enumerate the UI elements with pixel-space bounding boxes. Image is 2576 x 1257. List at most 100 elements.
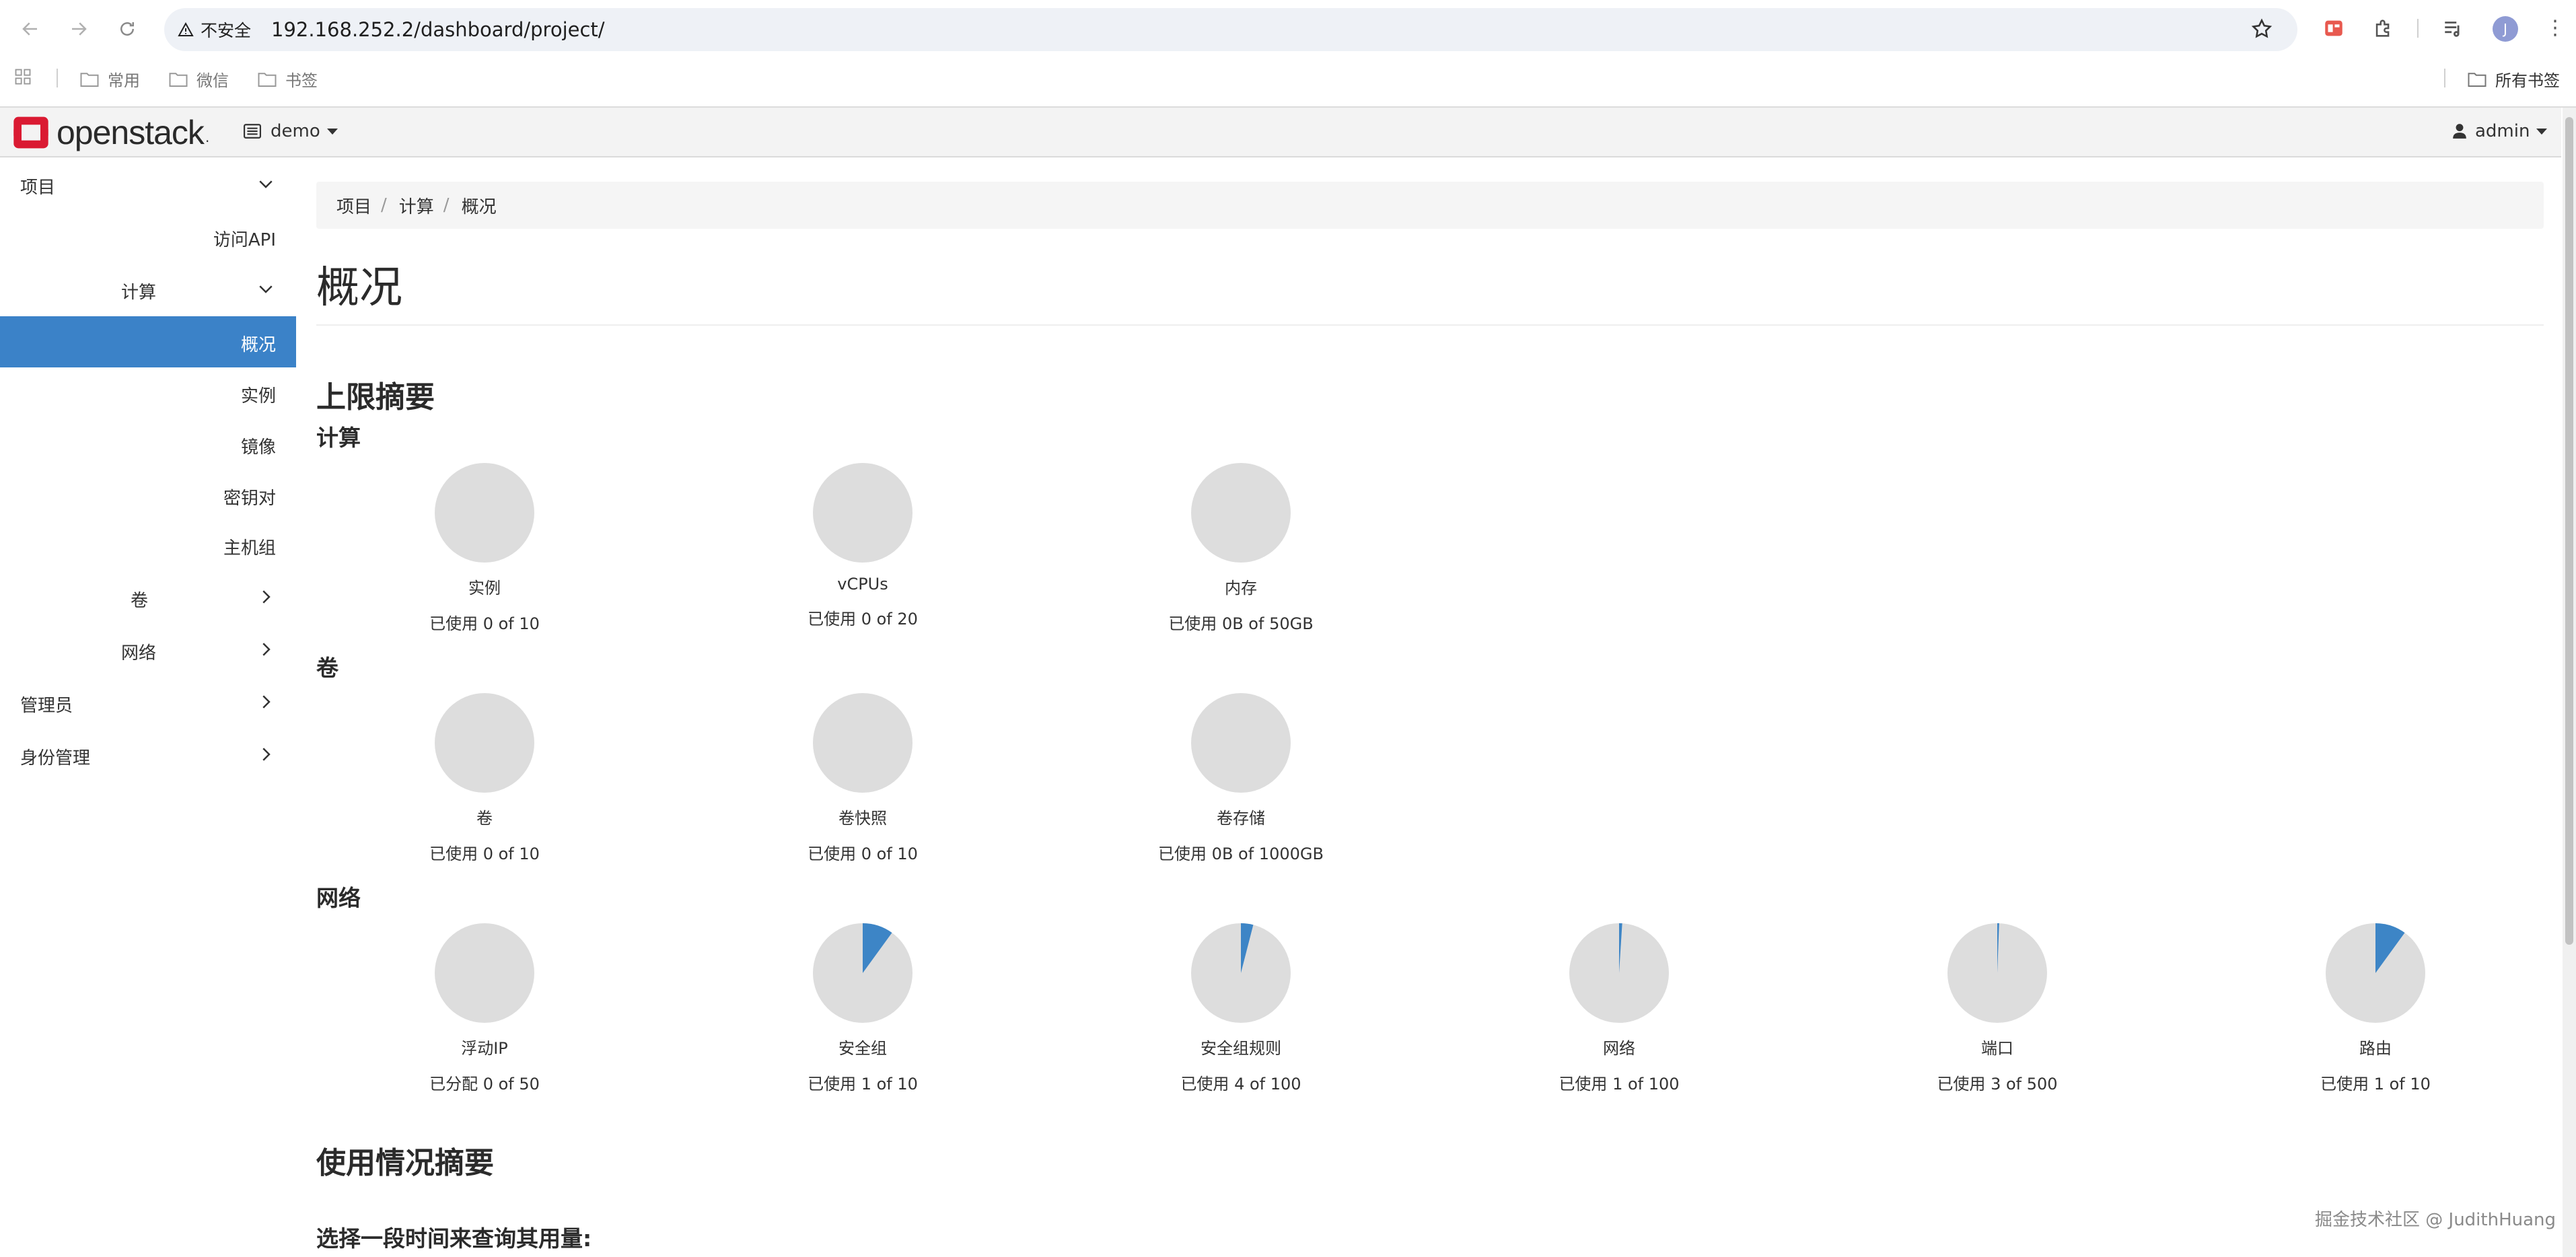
insecure-label: 不安全 [201,21,252,40]
sidebar-item-network[interactable]: 网络 [0,624,296,676]
pie-background [1191,693,1291,793]
reading-list-button[interactable] [2440,15,2467,42]
user-menu[interactable]: admin [2452,121,2548,141]
quota-usage: 已使用 0 of 10 [429,614,540,633]
quota-pie-network-4: 端口 已使用 3 of 500 [1896,923,2098,1094]
logo-wordmark: openstack [57,114,205,151]
folder-icon [258,72,277,87]
pie-chart [435,463,534,563]
browser-chrome: 不安全 192.168.252.2/dashboard/project/ J ⋮… [0,0,2576,108]
quota-name: 卷快照 [838,809,887,828]
quota-usage: 已使用 0 of 20 [808,610,918,628]
openstack-logo[interactable]: openstack . [12,113,209,152]
breadcrumb-item-overview: 概况 [461,196,497,217]
project-list-icon [244,124,261,139]
sidebar-item-admin[interactable]: 管理员 [0,677,296,728]
bookmark-star-button[interactable] [2250,17,2273,43]
reading-list-icon [2445,22,2460,37]
quota-pie-compute-1: vCPUs 已使用 0 of 20 [762,463,964,629]
caret-down-icon [326,128,338,135]
breadcrumb-separator: / [381,195,387,215]
sidebar-item-label: 主机组 [223,538,276,559]
address-bar[interactable]: 不安全 192.168.252.2/dashboard/project/ [164,8,2297,51]
sidebar-item-label: 访问API [213,230,276,250]
page-title: 概况 [316,263,402,313]
sidebar-item-identity[interactable]: 身份管理 [0,729,296,781]
sidebar-item-label: 网络 [121,643,157,663]
quota-pie-compute-0: 实例已使用 0 of 10 [384,463,585,634]
quota-usage: 已使用 0 of 10 [808,845,918,863]
compute-group-heading: 计算 [316,425,361,451]
pie-chart [435,923,534,1023]
sidebar-item-keypairs[interactable]: 密钥对 [0,470,296,521]
quota-usage: 已使用 0B of 50GB [1168,614,1314,633]
sidebar-item-label: 管理员 [20,696,73,716]
sidebar-item-api-access[interactable]: 访问API [0,211,296,262]
pie-background [435,923,534,1023]
sidebar-item-label: 项目 [20,178,56,198]
sidebar-item-server-groups[interactable]: 主机组 [0,519,296,571]
bookmark-label: 书签 [285,71,318,90]
pie-background [1191,463,1291,563]
sidebar-item-label: 密钥对 [223,489,276,509]
chevron-right-icon [256,587,276,612]
quota-name: 卷 [476,809,493,828]
security-indicator[interactable]: 不安全 [178,17,251,42]
quota-usage: 已使用 3 of 500 [1937,1075,2058,1093]
quota-name: 网络 [1603,1039,1635,1058]
bookmark-folder-2[interactable]: 微信 [168,67,229,91]
pie-chart [813,693,913,793]
extension-button[interactable] [2320,15,2347,42]
sidebar-item-images[interactable]: 镜像 [0,419,296,470]
all-bookmarks-button[interactable]: 所有书签 [2467,67,2560,91]
quota-name: vCPUs [837,575,888,594]
sidebar-item-project[interactable]: 项目 [0,159,296,210]
forward-button[interactable] [65,15,93,43]
user-name: admin [2475,121,2530,141]
openstack-logo-icon [13,116,48,149]
chevron-right-icon [256,692,276,717]
sidebar-item-compute[interactable]: 计算 [0,264,296,315]
breadcrumb-item-compute[interactable]: 计算 [399,193,434,218]
sidebar-item-volumes[interactable]: 卷 [0,572,296,623]
quota-usage: 已使用 0B of 1000GB [1158,845,1324,863]
project-selector[interactable]: demo [244,121,338,141]
profile-avatar[interactable]: J [2493,16,2518,42]
back-button[interactable] [16,15,44,43]
apps-button[interactable] [13,67,40,86]
pie-chart [813,923,913,1023]
quota-usage: 已使用 1 of 10 [808,1075,918,1093]
toolbar-separator [2417,19,2419,38]
sidebar-item-overview[interactable]: 概况 [0,316,296,367]
extensions-button[interactable] [2370,15,2397,42]
pie-chart [1191,693,1291,793]
volume-group-heading: 卷 [316,655,338,681]
quota-name: 实例 [468,579,501,598]
pie-background [813,693,913,793]
sidebar-item-label: 卷 [131,591,149,611]
bookmarks-bar: 常用 微信 书签 所有书签 [0,62,2576,94]
page-scrollbar[interactable] [2563,108,2576,1257]
quota-pie-network-2: 安全组规则 已使用 4 of 100 [1140,923,1342,1094]
network-group-heading: 网络 [316,885,361,911]
bookmark-label: 常用 [108,71,140,90]
browser-menu-button[interactable]: ⋮ [2545,15,2565,42]
sidebar-item-instances[interactable]: 实例 [0,367,296,419]
breadcrumb-item-project[interactable]: 项目 [336,193,371,218]
sidebar-item-label: 计算 [121,283,157,303]
apps-grid-icon [15,69,31,85]
scrollbar-thumb[interactable] [2565,117,2573,945]
quota-pie-compute-2: 内存 已使用 0B of 50GB [1140,463,1342,634]
logo-dot: . [205,129,210,145]
bookmark-folder-3[interactable]: 书签 [257,67,318,91]
arrow-right-icon [72,22,87,36]
reload-button[interactable] [113,15,141,43]
quota-usage: 已使用 1 of 10 [2320,1075,2431,1093]
sidebar-item-label: 身份管理 [20,748,91,768]
folder-icon [2468,72,2486,87]
url-text[interactable]: 192.168.252.2/dashboard/project/ [271,18,605,41]
quota-pie-network-5: 路由 已使用 1 of 10 [2275,923,2476,1094]
quota-name: 安全组 [838,1039,887,1058]
quota-usage: 已使用 1 of 100 [1559,1075,1680,1093]
bookmark-folder-1[interactable]: 常用 [79,67,140,91]
